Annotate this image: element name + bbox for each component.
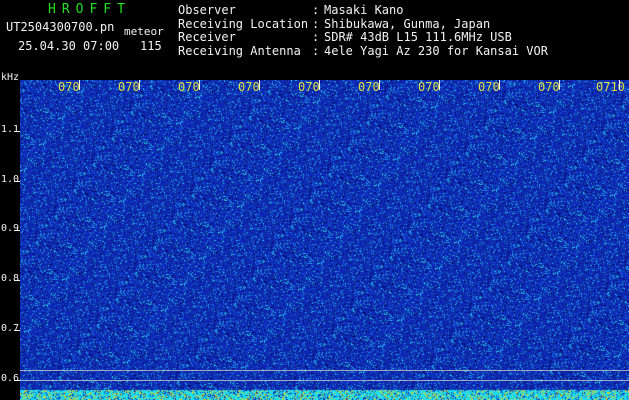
x-tick [439, 80, 440, 90]
y-tick [14, 330, 20, 331]
info-value: SDR# 43dB L15 111.6MHz USB [324, 30, 512, 44]
y-tick-label: 0.7 [1, 323, 20, 334]
x-tick [79, 80, 80, 90]
waterfall-canvas [20, 80, 629, 400]
y-tick [14, 181, 20, 182]
x-tick [499, 80, 500, 90]
x-tick-label: 070 [418, 80, 440, 94]
x-tick-label: 070 [238, 80, 260, 94]
info-row-antenna: Receiving Antenna:4ele Yagi Az 230 for K… [178, 43, 548, 59]
info-label: Observer [178, 3, 236, 17]
y-axis-unit: kHz [1, 72, 20, 83]
info-row-observer: Observer: Masaki Kano [178, 3, 548, 18]
x-tick [619, 80, 620, 90]
station-info: Observer: Masaki Kano Receiving Location:… [178, 3, 548, 59]
y-tick-label: 0.8 [1, 273, 20, 284]
info-label: Receiver [178, 30, 236, 44]
info-separator: : [312, 16, 320, 31]
info-row-location: Receiving Location: Shibukawa, Gunma, Jap… [178, 16, 548, 32]
info-value: Masaki Kano [324, 3, 404, 17]
x-tick-label: 070 [478, 80, 500, 94]
waterfall-plot [20, 80, 629, 400]
header-panel: HROFFT UT2504300700.pn meteor 25.04.30 0… [0, 0, 629, 80]
subtitle: meteor [124, 25, 164, 38]
y-tick [14, 280, 20, 281]
meteor-count: 115 [140, 39, 162, 53]
info-label: Receiving Location [178, 16, 309, 31]
x-tick [139, 80, 140, 90]
x-tick [319, 80, 320, 90]
file-name: UT2504300700.pn [6, 20, 115, 34]
info-row-receiver: Receiver: SDR# 43dB L15 111.6MHz USB [178, 30, 548, 45]
info-value: 4ele Yagi Az 230 for Kansai VOR [324, 43, 548, 58]
x-tick-label: 0710 [596, 80, 625, 94]
y-tick-label: 1.0 [1, 174, 20, 185]
info-value: Shibukawa, Gunma, Japan [324, 16, 491, 31]
y-tick [14, 131, 20, 132]
y-tick-label: 0.6 [1, 373, 20, 384]
x-tick-label: 070 [298, 80, 320, 94]
info-separator: : [312, 3, 320, 17]
band-line-lower [20, 380, 629, 381]
y-tick-label: 0.9 [1, 223, 20, 234]
y-tick-label: 1.1 [1, 124, 20, 135]
x-tick-label: 070 [358, 80, 380, 94]
x-tick-label: 070 [538, 80, 560, 94]
info-label: Receiving Antenna [178, 43, 301, 58]
info-separator: : [312, 30, 320, 44]
x-tick-label: 070 [178, 80, 200, 94]
x-tick [259, 80, 260, 90]
info-separator: : [312, 43, 320, 58]
x-tick [559, 80, 560, 90]
date-time: 25.04.30 07:00 [18, 39, 120, 53]
x-tick-label: 070 [118, 80, 140, 94]
x-tick-label: 070 [58, 80, 80, 94]
band-line-upper [20, 370, 629, 371]
x-tick [199, 80, 200, 90]
x-tick [379, 80, 380, 90]
brand-title: HROFFT [48, 2, 131, 17]
y-tick [14, 230, 20, 231]
